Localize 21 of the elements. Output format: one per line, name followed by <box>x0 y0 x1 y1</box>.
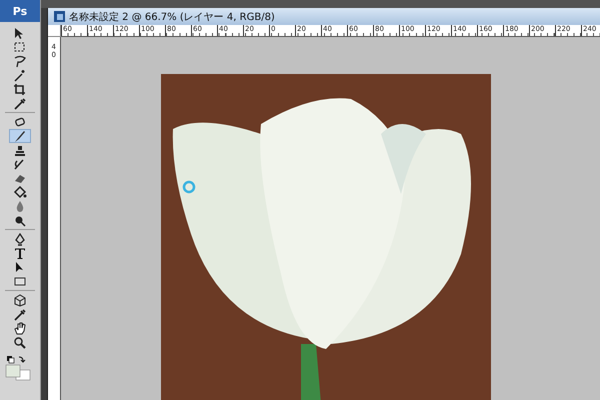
bucket-tool-icon <box>13 186 27 198</box>
crop-tool-icon <box>13 82 27 96</box>
brush-cursor-icon <box>182 180 196 194</box>
cube-tool-icon <box>13 294 27 306</box>
app-logo: Ps <box>0 0 40 22</box>
hand-tool-icon <box>13 322 27 334</box>
dodge-tool-icon <box>13 214 27 226</box>
document-icon <box>54 11 65 22</box>
type-tool-icon <box>13 246 27 260</box>
pen-tool-icon <box>13 232 27 246</box>
eyedropper-tool-icon <box>13 308 27 320</box>
shape-tool-icon <box>13 274 27 288</box>
brush-tool-icon <box>13 130 27 142</box>
document-title: 名称未設定 2 @ 66.7% (レイヤー 4, RGB/8) <box>69 10 275 24</box>
stamp-tool-icon <box>13 144 27 156</box>
marquee-tool-icon <box>13 40 27 54</box>
tool-button[interactable] <box>9 129 31 143</box>
wand-tool-icon <box>13 68 27 82</box>
eyedropper-tool-icon <box>13 96 27 110</box>
lasso-tool-icon <box>13 54 27 68</box>
zoom-tool-icon <box>13 336 27 348</box>
